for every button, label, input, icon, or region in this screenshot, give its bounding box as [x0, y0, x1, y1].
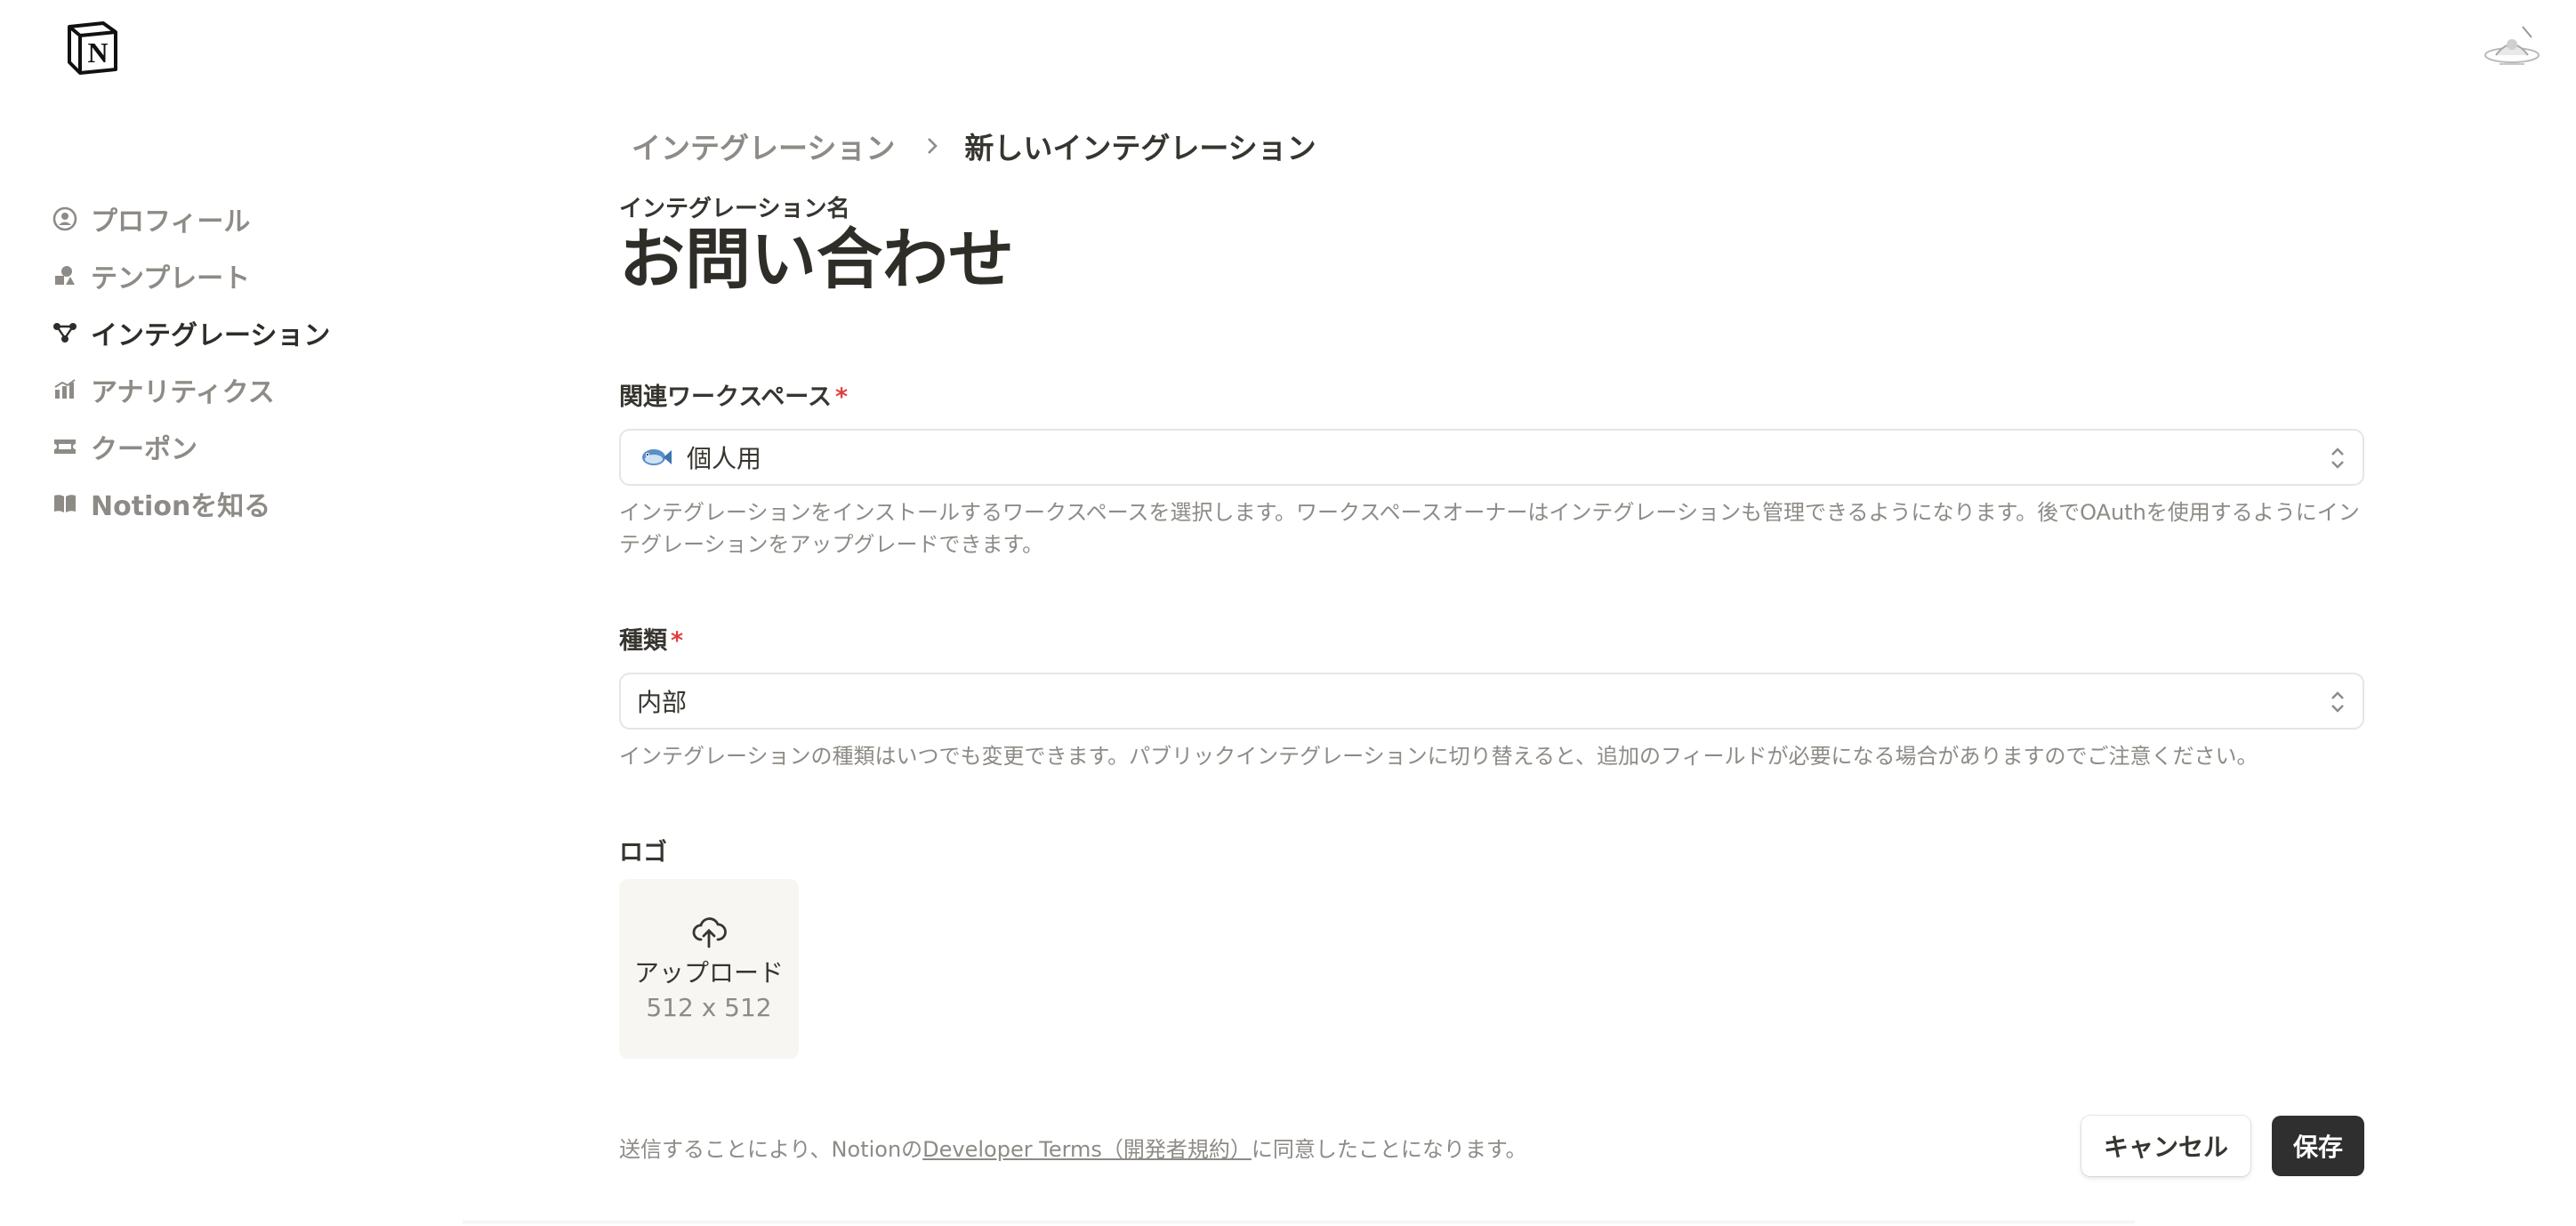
- logo-label: ロゴ: [619, 839, 667, 867]
- sidebar-item-label: クーポン: [91, 434, 197, 465]
- upload-label: アップロード: [633, 957, 784, 988]
- coupon-icon: [52, 433, 78, 460]
- type-select[interactable]: 内部: [619, 673, 2364, 730]
- book-icon: [52, 490, 78, 517]
- breadcrumb: インテグレーション 新しいインテグレーション: [632, 125, 1316, 167]
- sidebar-item-label: アナリティクス: [91, 377, 275, 408]
- sidebar-item-coupons[interactable]: クーポン: [52, 418, 407, 475]
- template-icon: [52, 262, 78, 289]
- required-mark: *: [834, 383, 849, 411]
- user-avatar[interactable]: [2478, 20, 2546, 77]
- workspace-select-value: 個人用: [687, 444, 762, 473]
- sidebar-item-label: テンプレート: [91, 263, 251, 294]
- required-mark: *: [671, 627, 684, 655]
- profile-icon: [52, 206, 78, 232]
- sidebar-item-profile[interactable]: プロフィール: [52, 190, 407, 247]
- developer-terms-link[interactable]: Developer Terms（開発者規約）: [922, 1137, 1252, 1162]
- sidebar-item-integrations[interactable]: インテグレーション: [52, 304, 407, 361]
- workspace-help-text: インテグレーションをインストールするワークスペースを選択します。ワークスペースオ…: [619, 500, 2360, 557]
- terms-text-before: 送信することにより、Notionの: [619, 1137, 923, 1162]
- chevron-updown-icon: [2329, 689, 2347, 715]
- divider: [463, 1221, 2135, 1226]
- logo-upload-button[interactable]: アップロード 512 x 512: [619, 879, 799, 1059]
- svg-text:N: N: [87, 36, 108, 69]
- sidebar-item-templates[interactable]: テンプレート: [52, 247, 407, 304]
- sidebar-item-analytics[interactable]: アナリティクス: [52, 361, 407, 418]
- chevron-updown-icon: [2329, 445, 2347, 472]
- terms-notice: 送信することにより、NotionのDeveloper Terms（開発者規約）に…: [619, 1132, 1527, 1163]
- type-help-text: インテグレーションの種類はいつでも変更できます。パブリックインテグレーションに切…: [619, 744, 2258, 769]
- cancel-button[interactable]: キャンセル: [2081, 1116, 2250, 1176]
- integration-name-label: インテグレーション名: [619, 196, 850, 222]
- workspace-select[interactable]: 個人用: [619, 429, 2364, 486]
- workspace-label: 関連ワークスペース *: [619, 377, 848, 412]
- cloud-upload-icon: [691, 916, 727, 948]
- notion-logo[interactable]: N: [64, 20, 121, 75]
- breadcrumb-integrations-link[interactable]: インテグレーション: [632, 125, 895, 167]
- integration-icon: [52, 319, 78, 346]
- type-select-value: 内部: [637, 688, 688, 717]
- sidebar: プロフィール テンプレート インテグレーション アナリティクス クーポン Not…: [52, 190, 407, 532]
- sidebar-item-label: Notionを知る: [91, 491, 271, 522]
- sidebar-item-learn-notion[interactable]: Notionを知る: [52, 475, 407, 532]
- analytics-icon: [52, 376, 78, 403]
- save-button[interactable]: 保存: [2272, 1116, 2364, 1176]
- sidebar-item-label: インテグレーション: [91, 320, 331, 351]
- terms-text-after: に同意したことになります。: [1251, 1137, 1527, 1162]
- breadcrumb-current: 新しいインテグレーション: [964, 131, 1316, 165]
- upload-size-hint: 512 x 512: [646, 992, 772, 1022]
- sidebar-item-label: プロフィール: [91, 206, 251, 238]
- type-label-text: 種類: [619, 627, 667, 655]
- workspace-label-text: 関連ワークスペース: [619, 383, 832, 411]
- fish-icon: [640, 445, 672, 470]
- integration-name-value[interactable]: お問い合わせ: [619, 223, 1014, 296]
- chevron-right-icon: [923, 134, 941, 157]
- type-label: 種類 *: [619, 621, 683, 656]
